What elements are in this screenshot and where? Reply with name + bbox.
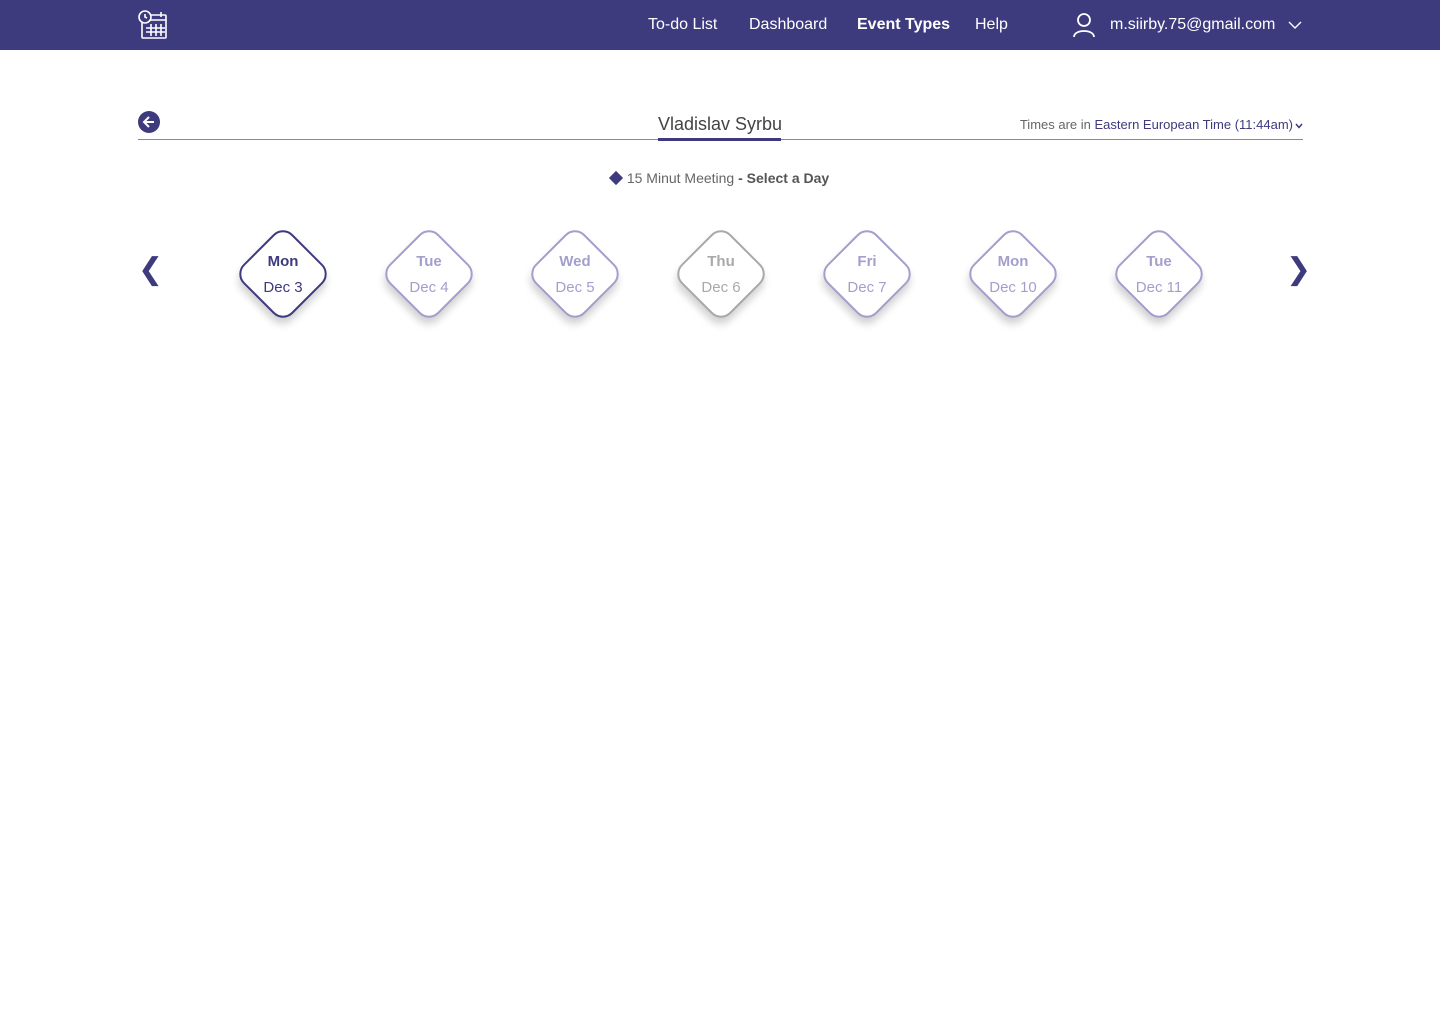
day-weekday: Mon [267,253,299,270]
next-week-button[interactable]: ❯ [1286,255,1311,285]
nav-help[interactable]: Help [975,16,1008,34]
owner-name: Vladislav Syrbu [658,114,783,134]
day-option[interactable]: Tue Dec 4 [379,224,479,324]
day-date: Dec 10 [989,279,1037,296]
day-option[interactable]: Tue Dec 11 [1109,224,1209,324]
day-weekday: Wed [559,253,591,270]
day-weekday: Fri [857,253,877,270]
day-diamond [233,224,333,324]
day-date: Dec 6 [701,279,741,296]
day-option[interactable]: Mon Dec 10 [963,224,1063,324]
select-day-label: - Select a Day [734,170,830,186]
day-weekday: Tue [416,253,442,270]
owner-name-underline [658,138,781,141]
day-weekday: Tue [1146,253,1172,270]
chevron-down-icon[interactable] [1295,123,1303,129]
day-diamond [963,224,1063,324]
user-icon[interactable] [1072,12,1096,38]
back-arrow-icon[interactable] [138,111,160,133]
day-diamond [817,224,917,324]
user-email[interactable]: m.siirby.75@gmail.com [1110,16,1275,34]
day-date: Dec 4 [409,279,449,296]
calendar-clock-icon[interactable] [137,9,169,41]
day-date: Dec 7 [847,279,887,296]
day-diamond [1109,224,1209,324]
timezone-selector[interactable]: Times are in Eastern European Time (11:4… [1020,117,1303,132]
nav-todo-list[interactable]: To-do List [648,16,717,34]
event-name: 15 Minut Meeting [626,170,735,186]
day-weekday: Mon [997,253,1029,270]
day-option[interactable]: Thu Dec 6 [671,224,771,324]
day-option[interactable]: Fri Dec 7 [817,224,917,324]
day-weekday: Thu [707,253,735,270]
timezone-prefix: Times are in [1019,117,1091,132]
chevron-down-icon[interactable] [1288,20,1302,30]
nav-dashboard[interactable]: Dashboard [749,16,827,34]
day-option[interactable]: Mon Dec 3 [233,224,333,324]
diamond-icon [608,170,623,186]
day-diamond [671,224,771,324]
day-date: Dec 11 [1135,279,1183,296]
day-diamond [525,224,625,324]
event-subtitle: 15 Minut Meeting - Select a Day [0,170,1440,186]
nav-event-types[interactable]: Event Types [857,16,950,34]
day-date: Dec 3 [263,279,303,296]
top-nav-bar: To-do List Dashboard Event Types Help m.… [0,0,1440,50]
prev-week-button[interactable]: ❮ [138,255,163,285]
day-diamond [379,224,479,324]
day-option[interactable]: Wed Dec 5 [525,224,625,324]
day-date: Dec 5 [555,279,595,296]
timezone-value[interactable]: Eastern European Time (11:44am) [1095,117,1293,132]
